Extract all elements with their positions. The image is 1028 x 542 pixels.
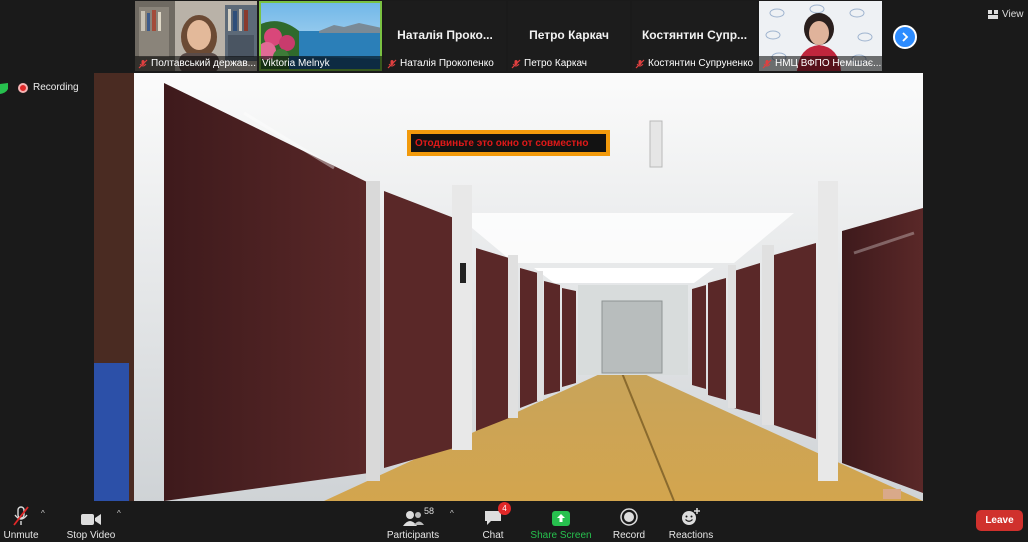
mic-muted-icon xyxy=(511,59,521,68)
reactions-label: Reactions xyxy=(668,530,714,541)
record-label: Record xyxy=(612,530,646,541)
share-screen-label: Share Screen xyxy=(530,530,592,541)
recording-indicator[interactable]: Recording xyxy=(18,82,79,93)
view-button[interactable]: View xyxy=(988,9,1024,20)
record-button[interactable]: Record xyxy=(613,504,645,541)
participant-tile[interactable]: НМЦ ВФПО Немішає... xyxy=(759,1,882,71)
participant-display-name: Костянтин Супр... xyxy=(641,28,748,42)
mic-muted-icon xyxy=(762,59,772,68)
participant-tile[interactable]: Костянтин Супр... Костянтин Супруненко xyxy=(632,1,757,71)
participant-display-name: Петро Каркач xyxy=(529,28,609,42)
participant-name-bar: Полтавський держав... xyxy=(135,56,257,71)
participant-tile[interactable]: Полтавський держав... xyxy=(135,1,257,71)
chevron-right-icon xyxy=(902,32,909,42)
recording-label: Recording xyxy=(33,82,79,93)
participant-name: Полтавський держав... xyxy=(151,58,256,69)
stop-video-label: Stop Video xyxy=(66,530,116,541)
stop-video-button[interactable]: Stop Video xyxy=(66,504,116,541)
participant-name: Петро Каркач xyxy=(524,58,587,69)
participant-display-name: Наталія Проко... xyxy=(397,28,493,42)
participants-options-chevron-icon[interactable]: ^ xyxy=(450,509,454,518)
security-shield-icon[interactable] xyxy=(0,83,8,94)
chat-button[interactable]: 4 Chat xyxy=(480,502,511,541)
audio-options-chevron-icon[interactable]: ^ xyxy=(41,509,45,518)
leave-meeting-button[interactable]: Leave xyxy=(976,510,1023,531)
participant-tile[interactable]: Петро Каркач Петро Каркач xyxy=(508,1,630,71)
record-dot-icon xyxy=(18,82,28,93)
video-options-chevron-icon[interactable]: ^ xyxy=(117,509,121,518)
mic-muted-icon xyxy=(387,59,397,68)
chat-label: Chat xyxy=(482,530,504,541)
participants-count: 58 xyxy=(424,506,435,516)
participant-name: Костянтин Супруненко xyxy=(648,58,754,69)
participant-name-bar: Наталія Прокопенко xyxy=(384,56,506,71)
participant-tile[interactable]: Наталія Проко... Наталія Прокопенко xyxy=(384,1,506,71)
participants-button[interactable]: 58 Participants xyxy=(386,504,440,541)
participant-tile-active-speaker[interactable]: Viktoria Melnyk xyxy=(259,1,382,71)
participant-name: Viktoria Melnyk xyxy=(262,58,330,69)
view-label: View xyxy=(1002,9,1024,20)
unmute-label: Unmute xyxy=(3,530,39,541)
mic-muted-icon xyxy=(138,59,148,68)
share-screen-button[interactable]: Share Screen xyxy=(530,504,592,541)
next-page-button[interactable] xyxy=(893,25,917,49)
meeting-toolbar: Unmute ^ Stop Video ^ 58 Participants ^ … xyxy=(0,501,1028,542)
participant-filmstrip: Полтавський держав... Viktoria Melnyk На… xyxy=(0,0,1028,73)
emoji-smile-plus-icon xyxy=(682,508,700,525)
chat-unread-badge: 4 xyxy=(498,502,511,515)
video-camera-icon xyxy=(81,514,101,525)
participant-name-bar: Костянтин Супруненко xyxy=(632,56,757,71)
unmute-button[interactable]: Unmute xyxy=(3,504,39,541)
record-icon xyxy=(620,508,638,526)
participant-name-bar: Viktoria Melnyk xyxy=(259,56,382,71)
shared-video: Отодвиньте это окно от совместно xyxy=(94,73,923,501)
participant-name-bar: НМЦ ВФПО Немішає... xyxy=(759,56,882,71)
participant-name: НМЦ ВФПО Немішає... xyxy=(775,58,882,69)
microphone-muted-icon xyxy=(13,506,29,526)
reactions-button[interactable]: Reactions xyxy=(669,504,713,541)
participant-name: Наталія Прокопенко xyxy=(400,58,494,69)
participant-name-bar: Петро Каркач xyxy=(508,56,630,71)
share-screen-icon xyxy=(552,511,570,526)
participants-icon xyxy=(403,511,424,526)
window-warning-label: Отодвиньте это окно от совместно xyxy=(407,130,610,156)
grid-view-icon xyxy=(988,10,998,19)
participants-label: Participants xyxy=(386,530,440,541)
mic-muted-icon xyxy=(635,59,645,68)
